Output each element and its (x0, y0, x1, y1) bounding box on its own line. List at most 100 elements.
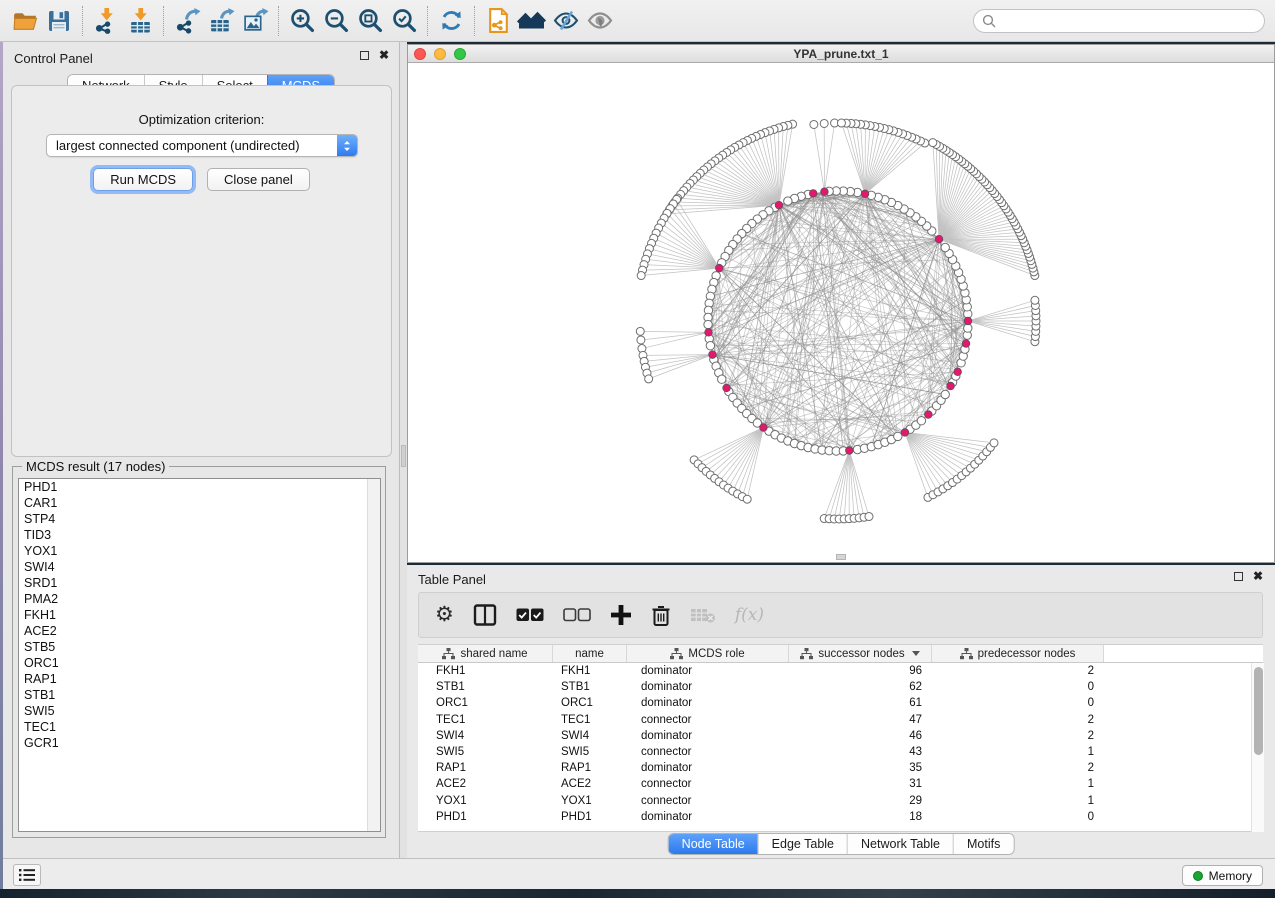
search-input[interactable] (1002, 14, 1256, 28)
column-header-shared-name[interactable]: shared name (418, 645, 553, 662)
export-network-button[interactable] (170, 4, 204, 38)
table-row[interactable]: PHD1PHD1dominator180 (418, 809, 1263, 825)
table-cell[interactable]: dominator (627, 730, 789, 742)
close-panel-button[interactable]: Close panel (207, 168, 310, 191)
zoom-fit-button[interactable] (353, 4, 387, 38)
mcds-result-item[interactable]: FKH1 (19, 607, 380, 623)
table-cell[interactable]: 29 (789, 795, 932, 807)
table-cell[interactable]: 2 (932, 730, 1104, 742)
splitter-handle-icon[interactable] (401, 445, 406, 467)
open-session-button[interactable] (8, 4, 42, 38)
table-cell[interactable]: dominator (627, 697, 789, 709)
import-table-button[interactable] (123, 4, 157, 38)
table-cell[interactable]: 1 (932, 795, 1104, 807)
criterion-dropdown[interactable]: largest connected component (undirected) (46, 134, 358, 157)
close-panel-icon[interactable]: ✖ (1253, 572, 1263, 581)
table-cell[interactable]: TEC1 (418, 714, 553, 726)
table-cell[interactable]: STB1 (553, 681, 627, 693)
deselect-all-button[interactable] (563, 600, 591, 630)
show-all-networks-button[interactable] (515, 4, 549, 38)
table-cell[interactable]: PHD1 (418, 811, 553, 823)
delete-columns-button[interactable] (651, 600, 671, 630)
float-panel-icon[interactable] (360, 51, 369, 60)
table-cell[interactable]: ACE2 (553, 778, 627, 790)
tab-motifs[interactable]: Motifs (953, 834, 1013, 854)
table-row[interactable]: ORC1ORC1dominator610 (418, 695, 1263, 711)
refresh-button[interactable] (434, 4, 468, 38)
column-header-name[interactable]: name (553, 645, 627, 662)
table-cell[interactable]: 43 (789, 746, 932, 758)
mcds-result-item[interactable]: RAP1 (19, 671, 380, 687)
network-from-file-button[interactable] (481, 4, 515, 38)
table-cell[interactable]: ORC1 (553, 697, 627, 709)
table-cell[interactable]: 62 (789, 681, 932, 693)
table-cell[interactable]: ACE2 (418, 778, 553, 790)
add-column-button[interactable] (610, 600, 632, 630)
run-mcds-button[interactable]: Run MCDS (93, 168, 193, 191)
table-cell[interactable]: ORC1 (418, 697, 553, 709)
mcds-result-item[interactable]: SWI4 (19, 559, 380, 575)
table-cell[interactable]: 18 (789, 811, 932, 823)
table-row[interactable]: RAP1RAP1dominator352 (418, 760, 1263, 776)
table-cell[interactable]: RAP1 (418, 762, 553, 774)
clear-table-button[interactable] (690, 600, 716, 630)
column-header-predecessor-nodes[interactable]: predecessor nodes (932, 645, 1104, 662)
column-header-mcds-role[interactable]: MCDS role (627, 645, 789, 662)
table-cell[interactable]: dominator (627, 681, 789, 693)
table-row[interactable]: TEC1TEC1connector472 (418, 712, 1263, 728)
mcds-result-item[interactable]: STB5 (19, 639, 380, 655)
mcds-result-item[interactable]: TEC1 (19, 719, 380, 735)
table-cell[interactable]: SWI5 (418, 746, 553, 758)
network-canvas[interactable] (408, 63, 1274, 562)
table-row[interactable]: ACE2ACE2connector311 (418, 776, 1263, 792)
table-cell[interactable]: dominator (627, 665, 789, 677)
table-scrollbar[interactable] (1251, 663, 1264, 832)
table-cell[interactable]: 96 (789, 665, 932, 677)
table-cell[interactable]: YOX1 (553, 795, 627, 807)
zoom-out-button[interactable] (319, 4, 353, 38)
table-cell[interactable]: SWI4 (418, 730, 553, 742)
mcds-result-item[interactable]: ORC1 (19, 655, 380, 671)
table-cell[interactable]: 0 (932, 811, 1104, 823)
table-cell[interactable]: YOX1 (418, 795, 553, 807)
table-cell[interactable]: 0 (932, 681, 1104, 693)
mcds-result-item[interactable]: YOX1 (19, 543, 380, 559)
table-cell[interactable]: 0 (932, 697, 1104, 709)
table-row[interactable]: YOX1YOX1connector291 (418, 793, 1263, 809)
table-cell[interactable]: 2 (932, 762, 1104, 774)
function-builder-button[interactable]: f(x) (735, 600, 764, 630)
memory-button[interactable]: Memory (1182, 865, 1263, 886)
table-cell[interactable]: FKH1 (418, 665, 553, 677)
table-cell[interactable]: 1 (932, 778, 1104, 790)
table-cell[interactable]: 46 (789, 730, 932, 742)
table-cell[interactable]: STB1 (418, 681, 553, 693)
mcds-result-item[interactable]: TID3 (19, 527, 380, 543)
table-cell[interactable]: 47 (789, 714, 932, 726)
table-settings-button[interactable]: ⚙ (435, 600, 454, 630)
table-cell[interactable]: 2 (932, 714, 1104, 726)
float-panel-icon[interactable] (1234, 572, 1243, 581)
mcds-result-item[interactable]: PMA2 (19, 591, 380, 607)
table-cell[interactable]: dominator (627, 811, 789, 823)
hide-selected-button[interactable] (549, 4, 583, 38)
canvas-splitter-knob-icon[interactable] (836, 554, 846, 560)
table-cell[interactable]: RAP1 (553, 762, 627, 774)
show-task-history-button[interactable] (13, 864, 41, 886)
split-panel-button[interactable] (473, 600, 497, 630)
export-table-button[interactable] (204, 4, 238, 38)
scrollbar-thumb[interactable] (1254, 667, 1263, 755)
mcds-result-item[interactable]: STP4 (19, 511, 380, 527)
table-cell[interactable]: 61 (789, 697, 932, 709)
table-cell[interactable]: 2 (932, 665, 1104, 677)
table-cell[interactable]: SWI4 (553, 730, 627, 742)
mcds-result-item[interactable]: SRD1 (19, 575, 380, 591)
mcds-result-item[interactable]: CAR1 (19, 495, 380, 511)
mcds-result-item[interactable]: STB1 (19, 687, 380, 703)
vertical-splitter[interactable] (400, 42, 407, 858)
table-cell[interactable]: 31 (789, 778, 932, 790)
mcds-result-item[interactable]: PHD1 (19, 479, 380, 495)
save-session-button[interactable] (42, 4, 76, 38)
node-table-body[interactable]: FKH1FKH1dominator962STB1STB1dominator620… (418, 663, 1263, 832)
tab-node-table[interactable]: Node Table (669, 834, 758, 854)
export-image-button[interactable] (238, 4, 272, 38)
